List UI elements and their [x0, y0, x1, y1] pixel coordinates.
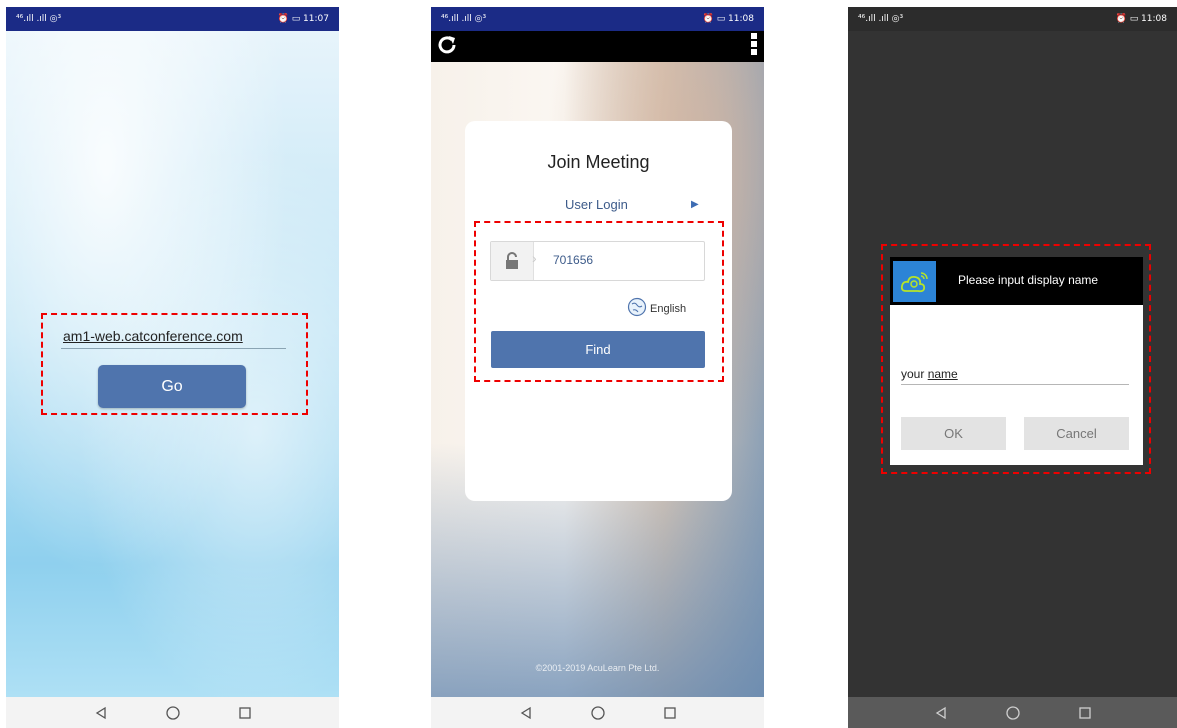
recents-icon[interactable] — [1075, 703, 1095, 723]
copyright-text: ©2001-2019 AcuLearn Pte Ltd. — [535, 663, 660, 673]
home-icon[interactable] — [588, 703, 608, 723]
phone-screen-2: ⁴⁶.ıll .ıll ◎³ ⏰ ▭ 11:08 Join Meeting Us… — [431, 7, 764, 728]
phone-screen-1: ⁴⁶.ıll .ıll ◎³ ⏰ ▭ 11:07 am1-web.catconf… — [6, 7, 339, 728]
time-battery: ⏰ ▭ 11:07 — [277, 14, 329, 24]
recents-icon[interactable] — [235, 703, 255, 723]
signal-indicators: ⁴⁶.ıll .ıll ◎³ — [16, 14, 62, 24]
highlight-box — [881, 244, 1151, 474]
status-bar: ⁴⁶.ıll .ıll ◎³ ⏰ ▭ 11:08 — [848, 7, 1177, 31]
signal-indicators: ⁴⁶.ıll .ıll ◎³ — [858, 14, 904, 24]
time-battery: ⏰ ▭ 11:08 — [1115, 14, 1167, 24]
home-icon[interactable] — [163, 703, 183, 723]
recents-icon[interactable] — [660, 703, 680, 723]
highlight-box — [474, 221, 724, 382]
highlight-box — [41, 313, 308, 415]
phone-screen-3: ⁴⁶.ıll .ıll ◎³ ⏰ ▭ 11:08 Please input di… — [848, 7, 1177, 728]
more-vert-icon[interactable] — [750, 32, 758, 61]
back-icon[interactable] — [516, 703, 536, 723]
card-title: Join Meeting — [547, 152, 650, 172]
back-icon[interactable] — [931, 703, 951, 723]
nav-bar — [431, 697, 764, 728]
user-login-link[interactable]: User Login — [565, 197, 628, 212]
time-battery: ⏰ ▭ 11:08 — [702, 14, 754, 24]
status-bar: ⁴⁶.ıll .ıll ◎³ ⏰ ▭ 11:08 — [431, 7, 764, 31]
status-bar: ⁴⁶.ıll .ıll ◎³ ⏰ ▭ 11:07 — [6, 7, 339, 31]
nav-bar — [6, 697, 339, 728]
signal-indicators: ⁴⁶.ıll .ıll ◎³ — [441, 14, 487, 24]
refresh-icon[interactable] — [437, 34, 457, 59]
play-arrow-icon[interactable]: ▶ — [691, 199, 699, 210]
app-toolbar — [431, 31, 764, 62]
home-icon[interactable] — [1003, 703, 1023, 723]
back-icon[interactable] — [91, 703, 111, 723]
nav-bar — [848, 697, 1177, 728]
